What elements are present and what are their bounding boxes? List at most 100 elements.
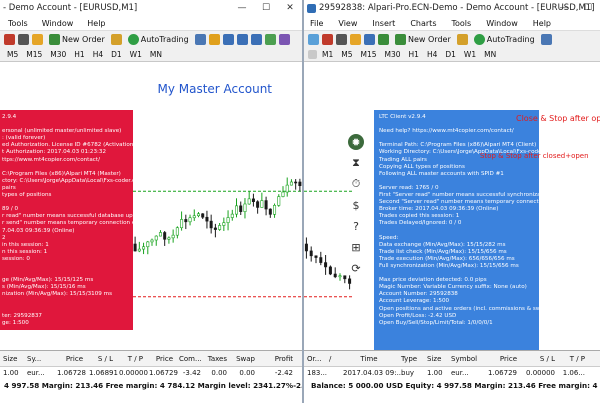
col-type[interactable]: Type — [398, 355, 424, 363]
timeframe-h4[interactable]: H4 — [90, 50, 106, 59]
experts-icon[interactable] — [110, 34, 122, 45]
chart-settings-icon[interactable] — [18, 34, 29, 45]
col-profit[interactable]: Profit — [258, 355, 296, 363]
navigator-icon[interactable] — [350, 34, 361, 45]
timeframe-m5[interactable]: M5 — [338, 50, 355, 59]
col-price[interactable]: Price — [54, 355, 86, 363]
panel-line: in this session: 1 — [2, 241, 49, 248]
profiles-icon[interactable] — [4, 34, 15, 45]
network-icon[interactable]: ⊞ — [348, 239, 364, 255]
chart-settings-icon[interactable] — [336, 34, 347, 45]
col-size[interactable]: Size — [424, 355, 448, 363]
menu-tools[interactable]: Tools — [451, 19, 471, 28]
help-icon[interactable]: ? — [348, 218, 364, 234]
money-bag-icon[interactable]: $ — [348, 197, 364, 213]
candlestick-icon[interactable] — [208, 34, 220, 45]
new-order-button[interactable]: New Order — [46, 33, 108, 47]
tile-windows-icon[interactable] — [264, 34, 276, 45]
timeframe-mn[interactable]: MN — [481, 50, 499, 59]
panel-line — [2, 270, 133, 277]
menu-help[interactable]: Help — [87, 19, 105, 28]
menu-view[interactable]: View — [338, 19, 357, 28]
zoom-in-icon[interactable] — [236, 34, 248, 45]
minimize-icon[interactable]: — — [230, 0, 254, 16]
new-order-icon — [49, 34, 60, 45]
client-info-panel: LTC Client v2.9.4 Need help? https://www.… — [374, 110, 539, 350]
timeframe-h1[interactable]: H1 — [406, 50, 422, 59]
candle-body — [304, 243, 308, 252]
new-order-button[interactable]: New Order — [392, 33, 454, 47]
panel-line: ter: 29592837 — [2, 312, 42, 319]
close-icon[interactable]: ✕ — [278, 0, 302, 16]
timeframe-mn[interactable]: MN — [147, 50, 165, 59]
autotrading-button[interactable]: AutoTrading — [471, 33, 538, 47]
col-tp[interactable]: T / P — [116, 355, 146, 363]
col-price[interactable]: Price — [484, 355, 520, 363]
col-order[interactable]: Or... — [304, 355, 326, 363]
timeframe-d1[interactable]: D1 — [442, 50, 459, 59]
col-symbol[interactable]: Symbol — [448, 355, 484, 363]
experts-icon[interactable] — [456, 34, 468, 45]
table-row[interactable]: 183... 2017.04.03 09:... buy 1.00 eur...… — [304, 367, 600, 379]
maximize-icon[interactable]: ☐ — [576, 0, 600, 16]
candle-body — [209, 220, 213, 229]
sync-icon[interactable]: ⟳ — [348, 260, 364, 276]
col-sl[interactable]: S / L — [520, 355, 558, 363]
profiles-icon[interactable] — [322, 34, 333, 45]
col-symbol[interactable]: Sy... — [24, 355, 54, 363]
panel-line: Following ALL master accounts with SPID … — [379, 170, 504, 177]
menu-file[interactable]: File — [310, 19, 323, 28]
col-tp[interactable]: T / P — [558, 355, 588, 363]
timeframe-w1[interactable]: W1 — [127, 50, 145, 59]
autotrading-button[interactable]: AutoTrading — [125, 33, 192, 47]
new-chart-icon[interactable] — [308, 34, 319, 45]
col-time[interactable]: Time — [340, 355, 398, 363]
menu-charts[interactable]: Charts — [410, 19, 436, 28]
table-row[interactable]: 1.00 eur... 1.06728 1.06891 0.00000 1.06… — [0, 367, 302, 379]
panel-line: Need help? https://www.mt4copier.com/con… — [379, 128, 514, 135]
autoscroll-icon[interactable] — [278, 34, 290, 45]
timeframe-m30[interactable]: M30 — [382, 50, 404, 59]
zoom-out-icon[interactable] — [250, 34, 262, 45]
stopwatch-icon[interactable]: ⏱ — [348, 176, 364, 192]
menu-window[interactable]: Window — [486, 19, 518, 28]
col-swap[interactable]: Swap — [230, 355, 258, 363]
timeframe-h1[interactable]: H1 — [71, 50, 87, 59]
menu-window[interactable]: Window — [42, 19, 74, 28]
col-commission[interactable]: Com... — [176, 355, 204, 363]
timeframe-m5[interactable]: M5 — [4, 50, 21, 59]
timeframe-m1[interactable]: M1 — [319, 50, 336, 59]
bar-chart-icon[interactable] — [194, 34, 206, 45]
timeframe-d1[interactable]: D1 — [108, 50, 125, 59]
menu-tools[interactable]: Tools — [8, 19, 28, 28]
price-chart[interactable]: My Master Account 2.9.4 ersonal (unlimite… — [0, 62, 302, 350]
price-chart[interactable]: ✹ ⧗ ⏱ $ ? ⊞ ⟳ LTC Client v2.9.4 Need help… — [304, 62, 600, 350]
candle-body — [247, 198, 251, 205]
gear-icon[interactable]: ✹ — [348, 134, 364, 150]
navigator-icon[interactable] — [32, 34, 43, 45]
strategy-tester-icon[interactable] — [378, 34, 389, 45]
window-controls: — ☐ ✕ — [230, 0, 302, 16]
col-current-price[interactable]: Price — [146, 355, 176, 363]
minimize-icon[interactable]: — — [552, 0, 576, 16]
panel-line: Magic Number: Variable Currency suffix: … — [379, 284, 527, 291]
menu-insert[interactable]: Insert — [372, 19, 395, 28]
timeframe-m15[interactable]: M15 — [23, 50, 45, 59]
line-chart-icon[interactable] — [222, 34, 234, 45]
crosshair-icon[interactable] — [308, 50, 317, 59]
panel-line: : (valid forever) — [2, 135, 46, 142]
maximize-icon[interactable]: ☐ — [254, 0, 278, 16]
bar-chart-icon[interactable] — [540, 34, 552, 45]
timeframe-w1[interactable]: W1 — [461, 50, 479, 59]
terminal-icon[interactable] — [364, 34, 375, 45]
col-taxes[interactable]: Taxes — [204, 355, 230, 363]
col-size[interactable]: Size — [0, 355, 24, 363]
hourglass-icon[interactable]: ⧗ — [348, 155, 364, 171]
timeframe-m15[interactable]: M15 — [358, 50, 380, 59]
menu-help[interactable]: Help — [533, 19, 551, 28]
panel-line: ge (Min/Avg/Max): 15/15/125 ms — [2, 277, 94, 284]
col-sl[interactable]: S / L — [86, 355, 116, 363]
timeframe-h4[interactable]: H4 — [424, 50, 440, 59]
col-sort[interactable]: / — [326, 355, 340, 363]
timeframe-m30[interactable]: M30 — [47, 50, 69, 59]
